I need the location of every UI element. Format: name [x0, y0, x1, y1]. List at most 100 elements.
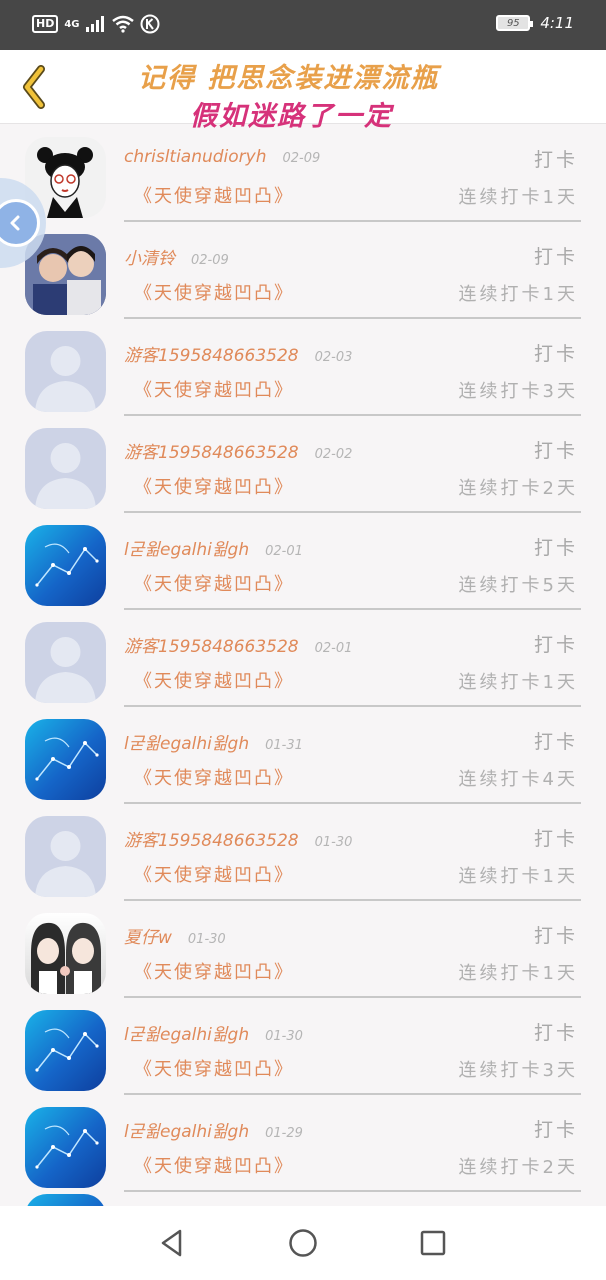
- avatar[interactable]: [25, 1107, 106, 1188]
- avatar[interactable]: [25, 622, 106, 703]
- constellation-avatar-image: [35, 1125, 99, 1169]
- status-right: 95 4:11: [496, 14, 574, 32]
- checkin-list: chrisltianudioryh 02-09 打卡 《天使穿越凹凸》 连续打卡…: [0, 125, 606, 1212]
- streak-text: 连续打卡3天: [458, 1060, 578, 1081]
- status-left: HD 4G: [32, 14, 160, 34]
- book-title[interactable]: 《天使穿越凹凸》: [134, 182, 294, 208]
- list-item[interactable]: l굳윎egalhi윎gh 01-30 打卡 《天使穿越凹凸》 连续打卡3天: [0, 998, 606, 1095]
- avatar[interactable]: [25, 1010, 106, 1091]
- list-item[interactable]: chrisltianudioryh 02-09 打卡 《天使穿越凹凸》 连续打卡…: [0, 125, 606, 222]
- checkin-date: 02-03: [314, 350, 353, 365]
- username[interactable]: 游客1595848663528: [124, 632, 299, 657]
- book-title[interactable]: 《天使穿越凹凸》: [134, 1152, 294, 1178]
- streak-text: 连续打卡1天: [458, 187, 578, 208]
- checkin-label: 打卡: [533, 1022, 578, 1044]
- checkin-date: 02-02: [314, 447, 353, 462]
- username[interactable]: l굳윎egalhi윎gh: [124, 1020, 249, 1045]
- avatar[interactable]: [25, 913, 106, 994]
- default-avatar-icon: [35, 637, 96, 703]
- constellation-avatar-image: [35, 543, 99, 587]
- list-item[interactable]: 游客1595848663528 02-02 打卡 《天使穿越凹凸》 连续打卡2天: [0, 416, 606, 513]
- constellation-avatar-image: [35, 1028, 99, 1072]
- list-item[interactable]: l굳윎egalhi윎gh 02-01 打卡 《天使穿越凹凸》 连续打卡5天: [0, 513, 606, 610]
- book-title[interactable]: 《天使穿越凹凸》: [134, 1055, 294, 1081]
- checkin-date: 01-29: [265, 1126, 303, 1141]
- list-item[interactable]: 游客1595848663528 02-01 打卡 《天使穿越凹凸》 连续打卡1天: [0, 610, 606, 707]
- list-item[interactable]: 游客1595848663528 01-30 打卡 《天使穿越凹凸》 连续打卡1天: [0, 804, 606, 901]
- username[interactable]: l굳윎egalhi윎gh: [124, 535, 249, 560]
- chevron-left-icon: [23, 65, 45, 109]
- collapse-icon: [0, 199, 40, 247]
- checkin-label: 打卡: [533, 634, 578, 656]
- nav-home-button[interactable]: [238, 1206, 368, 1280]
- book-title[interactable]: 《天使穿越凹凸》: [134, 861, 294, 887]
- name-line: 游客1595848663528 02-02: [124, 438, 352, 463]
- nav-recent-button[interactable]: [368, 1206, 498, 1280]
- avatar[interactable]: [25, 428, 106, 509]
- book-title[interactable]: 《天使穿越凹凸》: [134, 667, 294, 693]
- streak-text: 连续打卡1天: [458, 284, 578, 305]
- triangle-back-icon: [161, 1229, 182, 1257]
- circle-home-icon: [289, 1229, 317, 1257]
- checkin-date: 02-01: [314, 641, 353, 656]
- book-title[interactable]: 《天使穿越凹凸》: [134, 376, 294, 402]
- avatar[interactable]: [25, 331, 106, 412]
- signal-icon: [85, 16, 104, 32]
- wifi-icon: [111, 15, 134, 33]
- avatar[interactable]: [25, 525, 106, 606]
- checkin-date: 02-09: [191, 253, 229, 268]
- list-item[interactable]: l굳윎egalhi윎gh 01-29 打卡 《天使穿越凹凸》 连续打卡2天: [0, 1095, 606, 1192]
- book-title[interactable]: 《天使穿越凹凸》: [134, 570, 294, 596]
- name-line: 游客1595848663528 01-30: [124, 826, 352, 851]
- username[interactable]: 小清铃: [124, 244, 175, 269]
- checkin-label: 打卡: [533, 828, 578, 850]
- name-line: 夏仔w 01-30: [124, 923, 226, 948]
- default-avatar-icon: [35, 346, 96, 412]
- checkin-label: 打卡: [533, 440, 578, 462]
- name-line: l굳윎egalhi윎gh 01-31: [124, 729, 303, 754]
- streak-text: 连续打卡5天: [458, 575, 578, 596]
- checkin-label: 打卡: [533, 246, 578, 268]
- book-title[interactable]: 《天使穿越凹凸》: [134, 279, 294, 305]
- list-item[interactable]: 小清铃 02-09 打卡 《天使穿越凹凸》 连续打卡1天: [0, 222, 606, 319]
- checkin-date: 01-30: [314, 835, 353, 850]
- username[interactable]: l굳윎egalhi윎gh: [124, 1117, 249, 1142]
- name-line: l굳윎egalhi윎gh 01-30: [124, 1020, 303, 1045]
- checkin-date: 02-01: [265, 544, 303, 559]
- username[interactable]: 游客1595848663528: [124, 341, 299, 366]
- list-item[interactable]: 夏仔w 01-30 打卡 《天使穿越凹凸》 连续打卡1天: [0, 901, 606, 998]
- username[interactable]: l굳윎egalhi윎gh: [124, 729, 249, 754]
- back-button[interactable]: [14, 62, 54, 112]
- nav-back-button[interactable]: [108, 1206, 238, 1280]
- clock: 4:11: [540, 14, 574, 32]
- streak-text: 连续打卡2天: [458, 1157, 578, 1178]
- book-title[interactable]: 《天使穿越凹凸》: [134, 473, 294, 499]
- avatar[interactable]: [25, 719, 106, 800]
- username[interactable]: 游客1595848663528: [124, 826, 299, 851]
- checkin-label: 打卡: [533, 731, 578, 753]
- book-title[interactable]: 《天使穿越凹凸》: [134, 764, 294, 790]
- list-item[interactable]: l굳윎egalhi윎gh 01-31 打卡 《天使穿越凹凸》 连续打卡4天: [0, 707, 606, 804]
- username[interactable]: 游客1595848663528: [124, 438, 299, 463]
- name-line: 小清铃 02-09: [124, 244, 229, 269]
- square-recent-icon: [420, 1230, 446, 1256]
- k-circle-icon: [140, 14, 160, 34]
- checkin-label: 打卡: [533, 1119, 578, 1141]
- default-avatar-icon: [35, 831, 96, 897]
- checkin-label: 打卡: [533, 925, 578, 947]
- username[interactable]: 夏仔w: [124, 923, 172, 948]
- streak-text: 连续打卡1天: [458, 672, 578, 693]
- checkin-date: 01-30: [187, 932, 226, 947]
- checkin-label: 打卡: [533, 149, 578, 171]
- system-nav-bar: [0, 1206, 606, 1280]
- name-line: chrisltianudioryh 02-09: [124, 147, 320, 167]
- username[interactable]: chrisltianudioryh: [124, 147, 267, 167]
- list-item[interactable]: 游客1595848663528 02-03 打卡 《天使穿越凹凸》 连续打卡3天: [0, 319, 606, 416]
- avatar[interactable]: [25, 816, 106, 897]
- hd-badge: HD: [32, 15, 59, 33]
- book-title[interactable]: 《天使穿越凹凸》: [134, 958, 294, 984]
- checkin-date: 01-30: [265, 1029, 303, 1044]
- name-line: 游客1595848663528 02-01: [124, 632, 352, 657]
- streak-text: 连续打卡1天: [458, 866, 578, 887]
- name-line: 游客1595848663528 02-03: [124, 341, 352, 366]
